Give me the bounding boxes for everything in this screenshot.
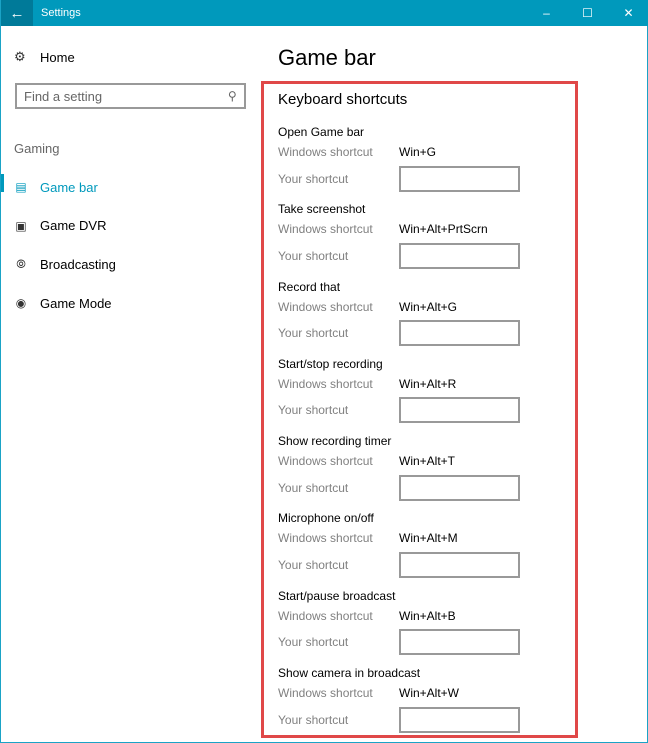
windows-shortcut-row: Windows shortcut Win+Alt+M [278,528,568,548]
sidebar-item-label: Game bar [40,179,98,195]
windows-shortcut-row: Windows shortcut Win+Alt+W [278,683,568,703]
your-shortcut-label: Your shortcut [278,480,349,495]
shortcut-group: Start/stop recording Windows shortcut Wi… [278,354,568,431]
window-title: Settings [41,7,81,19]
windows-shortcut-row: Windows shortcut Win+Alt+R [278,374,568,394]
windows-shortcut-value: Win+Alt+B [399,608,456,623]
windows-shortcut-value: Win+Alt+T [399,454,456,469]
your-shortcut-label: Your shortcut [278,635,349,650]
home-link[interactable]: ⚙ Home [14,49,75,65]
arrow-left-icon: ← [9,4,25,22]
windows-shortcut-label: Windows shortcut [278,145,373,159]
windows-shortcut-value: Win+Alt+R [399,376,457,391]
shortcut-group: Show recording timer Windows shortcut Wi… [278,431,568,508]
shortcut-name: Record that [278,279,341,294]
your-shortcut-input[interactable] [399,551,520,578]
shortcut-name: Show recording timer [278,434,392,449]
your-shortcut-row: Your shortcut [278,471,568,504]
windows-shortcut-value: Win+Alt+PrtScrn [399,222,488,237]
your-shortcut-input[interactable] [399,629,520,656]
your-shortcut-input[interactable] [399,706,520,733]
your-shortcut-input[interactable] [399,165,520,192]
your-shortcut-input[interactable] [399,320,520,347]
your-shortcut-row: Your shortcut [278,317,568,350]
game-bar-icon: ▤ [15,180,27,195]
windows-shortcut-label: Windows shortcut [278,608,373,623]
minimize-button[interactable]: – [526,0,567,26]
maximize-button[interactable]: ☐ [567,0,608,26]
search-icon[interactable]: ⚲ [228,89,237,103]
close-button[interactable]: ✕ [608,0,648,26]
windows-shortcut-label: Windows shortcut [278,376,373,391]
windows-shortcut-label: Windows shortcut [278,686,373,701]
shortcut-group: Start/pause broadcast Windows shortcut W… [278,586,568,663]
windows-shortcut-value: Win+Alt+W [399,686,460,701]
shortcut-name: Open Game bar [278,125,365,139]
your-shortcut-row: Your shortcut [278,703,568,736]
windows-shortcut-value: Win+Alt+G [399,299,458,314]
sidebar-item-label: Broadcasting [40,256,116,272]
shortcut-group: Record that Windows shortcut Win+Alt+G Y… [278,277,568,354]
your-shortcut-row: Your shortcut [278,394,568,427]
sidebar-item-game-dvr[interactable]: ▣ Game DVR [1,207,259,246]
your-shortcut-row: Your shortcut [278,548,568,581]
your-shortcut-row: Your shortcut [278,162,568,195]
windows-shortcut-row: Windows shortcut Win+Alt+T [278,451,568,471]
shortcut-group: Take screenshot Windows shortcut Win+Alt… [278,199,568,276]
shortcut-group: Show camera in broadcast Windows shortcu… [278,663,568,740]
broadcasting-icon: ⦾ [16,256,26,271]
game-dvr-icon: ▣ [15,218,27,233]
your-shortcut-input[interactable] [399,397,520,424]
windows-shortcut-row: Windows shortcut Win+Alt+B [278,606,568,626]
sidebar-nav: ▤ Game bar ▣ Game DVR ⦾ Broadcasting ◉ G… [1,168,259,322]
settings-window: ← Settings – ☐ ✕ ⚙ Home ⚲ Gaming ▤ Game … [0,0,648,743]
shortcut-name: Show camera in broadcast [278,666,421,681]
gear-icon: ⚙ [14,49,26,64]
windows-shortcut-row: Windows shortcut Win+Alt+PrtScrn [278,219,568,239]
your-shortcut-label: Your shortcut [278,326,349,341]
your-shortcut-label: Your shortcut [278,403,349,418]
search-box[interactable]: ⚲ [15,83,246,109]
title-bar: ← Settings – ☐ ✕ [1,0,648,26]
search-input[interactable] [24,88,229,104]
sidebar-item-broadcasting[interactable]: ⦾ Broadcasting [1,245,259,284]
windows-shortcut-label: Windows shortcut [278,531,373,546]
windows-shortcut-row: Windows shortcut Win+Alt+G [278,297,568,317]
page-title: Game bar [278,45,376,70]
shortcut-name: Take screenshot [278,202,366,217]
game-mode-icon: ◉ [15,296,27,311]
windows-shortcut-label: Windows shortcut [278,222,373,237]
shortcut-group: Microphone on/off Windows shortcut Win+A… [278,508,568,585]
your-shortcut-label: Your shortcut [278,712,349,727]
sidebar-item-game-mode[interactable]: ◉ Game Mode [1,284,259,323]
windows-shortcut-value: Win+Alt+M [399,531,458,546]
windows-shortcut-row: Windows shortcut Win+G [278,142,568,162]
shortcut-name: Start/pause broadcast [278,588,396,603]
shortcut-name: Start/stop recording [278,356,383,371]
section-title: Keyboard shortcuts [278,91,408,108]
sidebar-item-game-bar[interactable]: ▤ Game bar [1,168,259,207]
windows-shortcut-label: Windows shortcut [278,454,373,469]
windows-shortcut-label: Windows shortcut [278,299,373,314]
sidebar-item-label: Game DVR [40,218,107,234]
keyboard-shortcuts-section: Keyboard shortcuts Open Game bar Windows… [278,91,568,740]
your-shortcut-input[interactable] [399,474,520,501]
windows-shortcut-value: Win+G [399,145,437,159]
shortcut-group: Open Game bar Windows shortcut Win+G You… [278,122,568,199]
your-shortcut-label: Your shortcut [278,171,349,186]
your-shortcut-label: Your shortcut [278,557,349,572]
back-button[interactable]: ← [1,0,33,26]
sidebar-item-label: Game Mode [40,295,112,311]
your-shortcut-label: Your shortcut [278,248,349,263]
home-label: Home [40,49,75,65]
your-shortcut-row: Your shortcut [278,239,568,272]
your-shortcut-input[interactable] [399,242,520,269]
your-shortcut-row: Your shortcut [278,626,568,659]
group-label: Gaming [14,141,60,156]
shortcut-name: Microphone on/off [278,511,374,526]
